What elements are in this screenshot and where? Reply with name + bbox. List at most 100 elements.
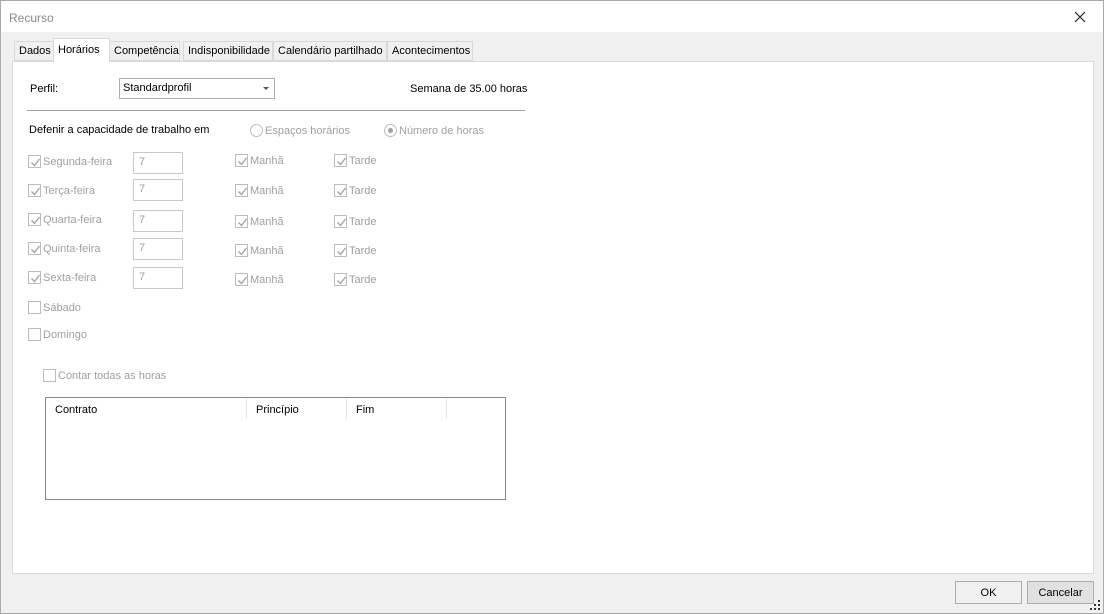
hours-value: 7 [139, 183, 146, 195]
checkbox-manha-terca-feira[interactable] [235, 184, 248, 197]
checkbox-domingo[interactable] [28, 328, 41, 341]
title-bar: Recurso [1, 1, 1103, 32]
checkmark-icon [337, 218, 347, 227]
column-header-contrato[interactable]: Contrato [46, 398, 247, 419]
manha-label: Manhã [250, 274, 284, 286]
contar-todas-as-horas-label: Contar todas as horas [58, 370, 167, 382]
tarde-label: Tarde [349, 155, 377, 167]
window-title: Recurso [9, 11, 54, 25]
hours-value: 7 [139, 271, 146, 283]
close-button[interactable] [1057, 1, 1103, 32]
checkbox-quinta-feira[interactable] [28, 242, 41, 255]
capacity-label: Defenir a capacidade de trabalho em [29, 124, 210, 136]
tab-label: Acontecimentos [392, 45, 471, 57]
hours-value: 7 [139, 156, 146, 168]
profile-label: Perfil: [30, 83, 59, 95]
checkmark-icon [238, 247, 248, 256]
checkmark-icon [238, 276, 248, 285]
checkmark-icon [337, 157, 347, 166]
hours-input-quinta-feira[interactable]: 7 [133, 238, 183, 260]
checkbox-manha-quinta-feira[interactable] [235, 244, 248, 257]
day-label-sexta-feira: Sexta-feira [43, 272, 97, 284]
manha-label: Manhã [250, 155, 284, 167]
hours-input-sexta-feira[interactable]: 7 [133, 267, 183, 289]
contracts-table-header: Contrato Princípio Fim [46, 398, 505, 423]
checkbox-sexta-feira[interactable] [28, 271, 41, 284]
hours-value: 7 [139, 214, 146, 226]
checkmark-icon [31, 274, 41, 283]
tab-label: Horários [58, 44, 100, 56]
day-label-terca-feira: Terça-feira [43, 185, 95, 197]
ok-button[interactable]: OK [955, 581, 1022, 604]
checkmark-icon [31, 245, 41, 254]
close-icon [1074, 11, 1086, 22]
checkbox-manha-sexta-feira[interactable] [235, 273, 248, 286]
checkbox-manha-segunda-feira[interactable] [235, 154, 248, 167]
checkmark-icon [31, 187, 41, 196]
tarde-label: Tarde [349, 216, 377, 228]
tab-dados[interactable]: Dados [14, 41, 54, 61]
day-label-domingo: Domingo [43, 329, 88, 341]
tab-label: Calendário partilhado [278, 45, 383, 57]
tab-horarios[interactable]: Horários [53, 38, 110, 62]
ok-button-label: OK [980, 587, 997, 599]
column-label: Contrato [55, 404, 98, 416]
column-label: Fim [356, 404, 375, 416]
checkmark-icon [238, 187, 248, 196]
tab-label: Competência [114, 45, 179, 57]
manha-label: Manhã [250, 216, 284, 228]
profile-select-value: Standardprofil [123, 82, 192, 94]
tab-calendario-partilhado[interactable]: Calendário partilhado [273, 41, 387, 61]
dialog-window: Recurso Dados Horários Competência Indis… [0, 0, 1104, 614]
day-label-segunda-feira: Segunda-feira [43, 156, 113, 168]
checkbox-tarde-terca-feira[interactable] [334, 184, 347, 197]
radio-espacos-horarios[interactable] [250, 124, 263, 137]
hours-input-segunda-feira[interactable]: 7 [133, 152, 183, 174]
radio-numero-de-horas[interactable] [384, 124, 397, 137]
separator [27, 110, 525, 111]
column-header-fim[interactable]: Fim [347, 398, 447, 419]
manha-label: Manhã [250, 185, 284, 197]
checkmark-icon [31, 158, 41, 167]
contracts-table[interactable]: Contrato Princípio Fim [45, 397, 506, 500]
hours-value: 7 [139, 242, 146, 254]
column-header-extra[interactable] [447, 398, 505, 419]
checkmark-icon [337, 276, 347, 285]
checkbox-tarde-segunda-feira[interactable] [334, 154, 347, 167]
checkbox-sabado[interactable] [28, 301, 41, 314]
checkbox-contar-todas-as-horas[interactable] [43, 369, 56, 382]
tarde-label: Tarde [349, 185, 377, 197]
tab-competencia[interactable]: Competência [109, 41, 180, 61]
manha-label: Manhã [250, 245, 284, 257]
radio-selected-dot [388, 128, 393, 133]
tab-indisponibilidade[interactable]: Indisponibilidade [183, 41, 273, 61]
tab-label: Indisponibilidade [188, 45, 270, 57]
checkbox-tarde-sexta-feira[interactable] [334, 273, 347, 286]
checkbox-manha-quarta-feira[interactable] [235, 215, 248, 228]
resize-grip-icon[interactable] [1089, 599, 1101, 611]
checkmark-icon [238, 157, 248, 166]
hours-input-quarta-feira[interactable]: 7 [133, 210, 183, 232]
tab-acontecimentos[interactable]: Acontecimentos [387, 41, 473, 61]
week-summary: Semana de 35.00 horas [410, 83, 528, 95]
day-label-sabado: Sábado [43, 302, 81, 314]
checkmark-icon [337, 187, 347, 196]
horarios-panel: Perfil: Standardprofil Semana de 35.00 h… [12, 61, 1094, 574]
hours-input-terca-feira[interactable]: 7 [133, 179, 183, 201]
tab-label: Dados [19, 45, 51, 57]
cancel-button[interactable]: Cancelar [1027, 581, 1094, 604]
tarde-label: Tarde [349, 274, 377, 286]
checkbox-tarde-quarta-feira[interactable] [334, 215, 347, 228]
day-label-quinta-feira: Quinta-feira [43, 243, 101, 255]
column-header-principio[interactable]: Princípio [247, 398, 347, 419]
column-label: Princípio [256, 404, 299, 416]
checkbox-terca-feira[interactable] [28, 184, 41, 197]
radio-numero-de-horas-label: Número de horas [399, 125, 484, 137]
checkbox-tarde-quinta-feira[interactable] [334, 244, 347, 257]
checkmark-icon [238, 218, 248, 227]
profile-select[interactable]: Standardprofil [119, 78, 275, 99]
chevron-down-icon [263, 87, 269, 90]
checkbox-quarta-feira[interactable] [28, 213, 41, 226]
checkbox-segunda-feira[interactable] [28, 155, 41, 168]
day-label-quarta-feira: Quarta-feira [43, 214, 102, 226]
